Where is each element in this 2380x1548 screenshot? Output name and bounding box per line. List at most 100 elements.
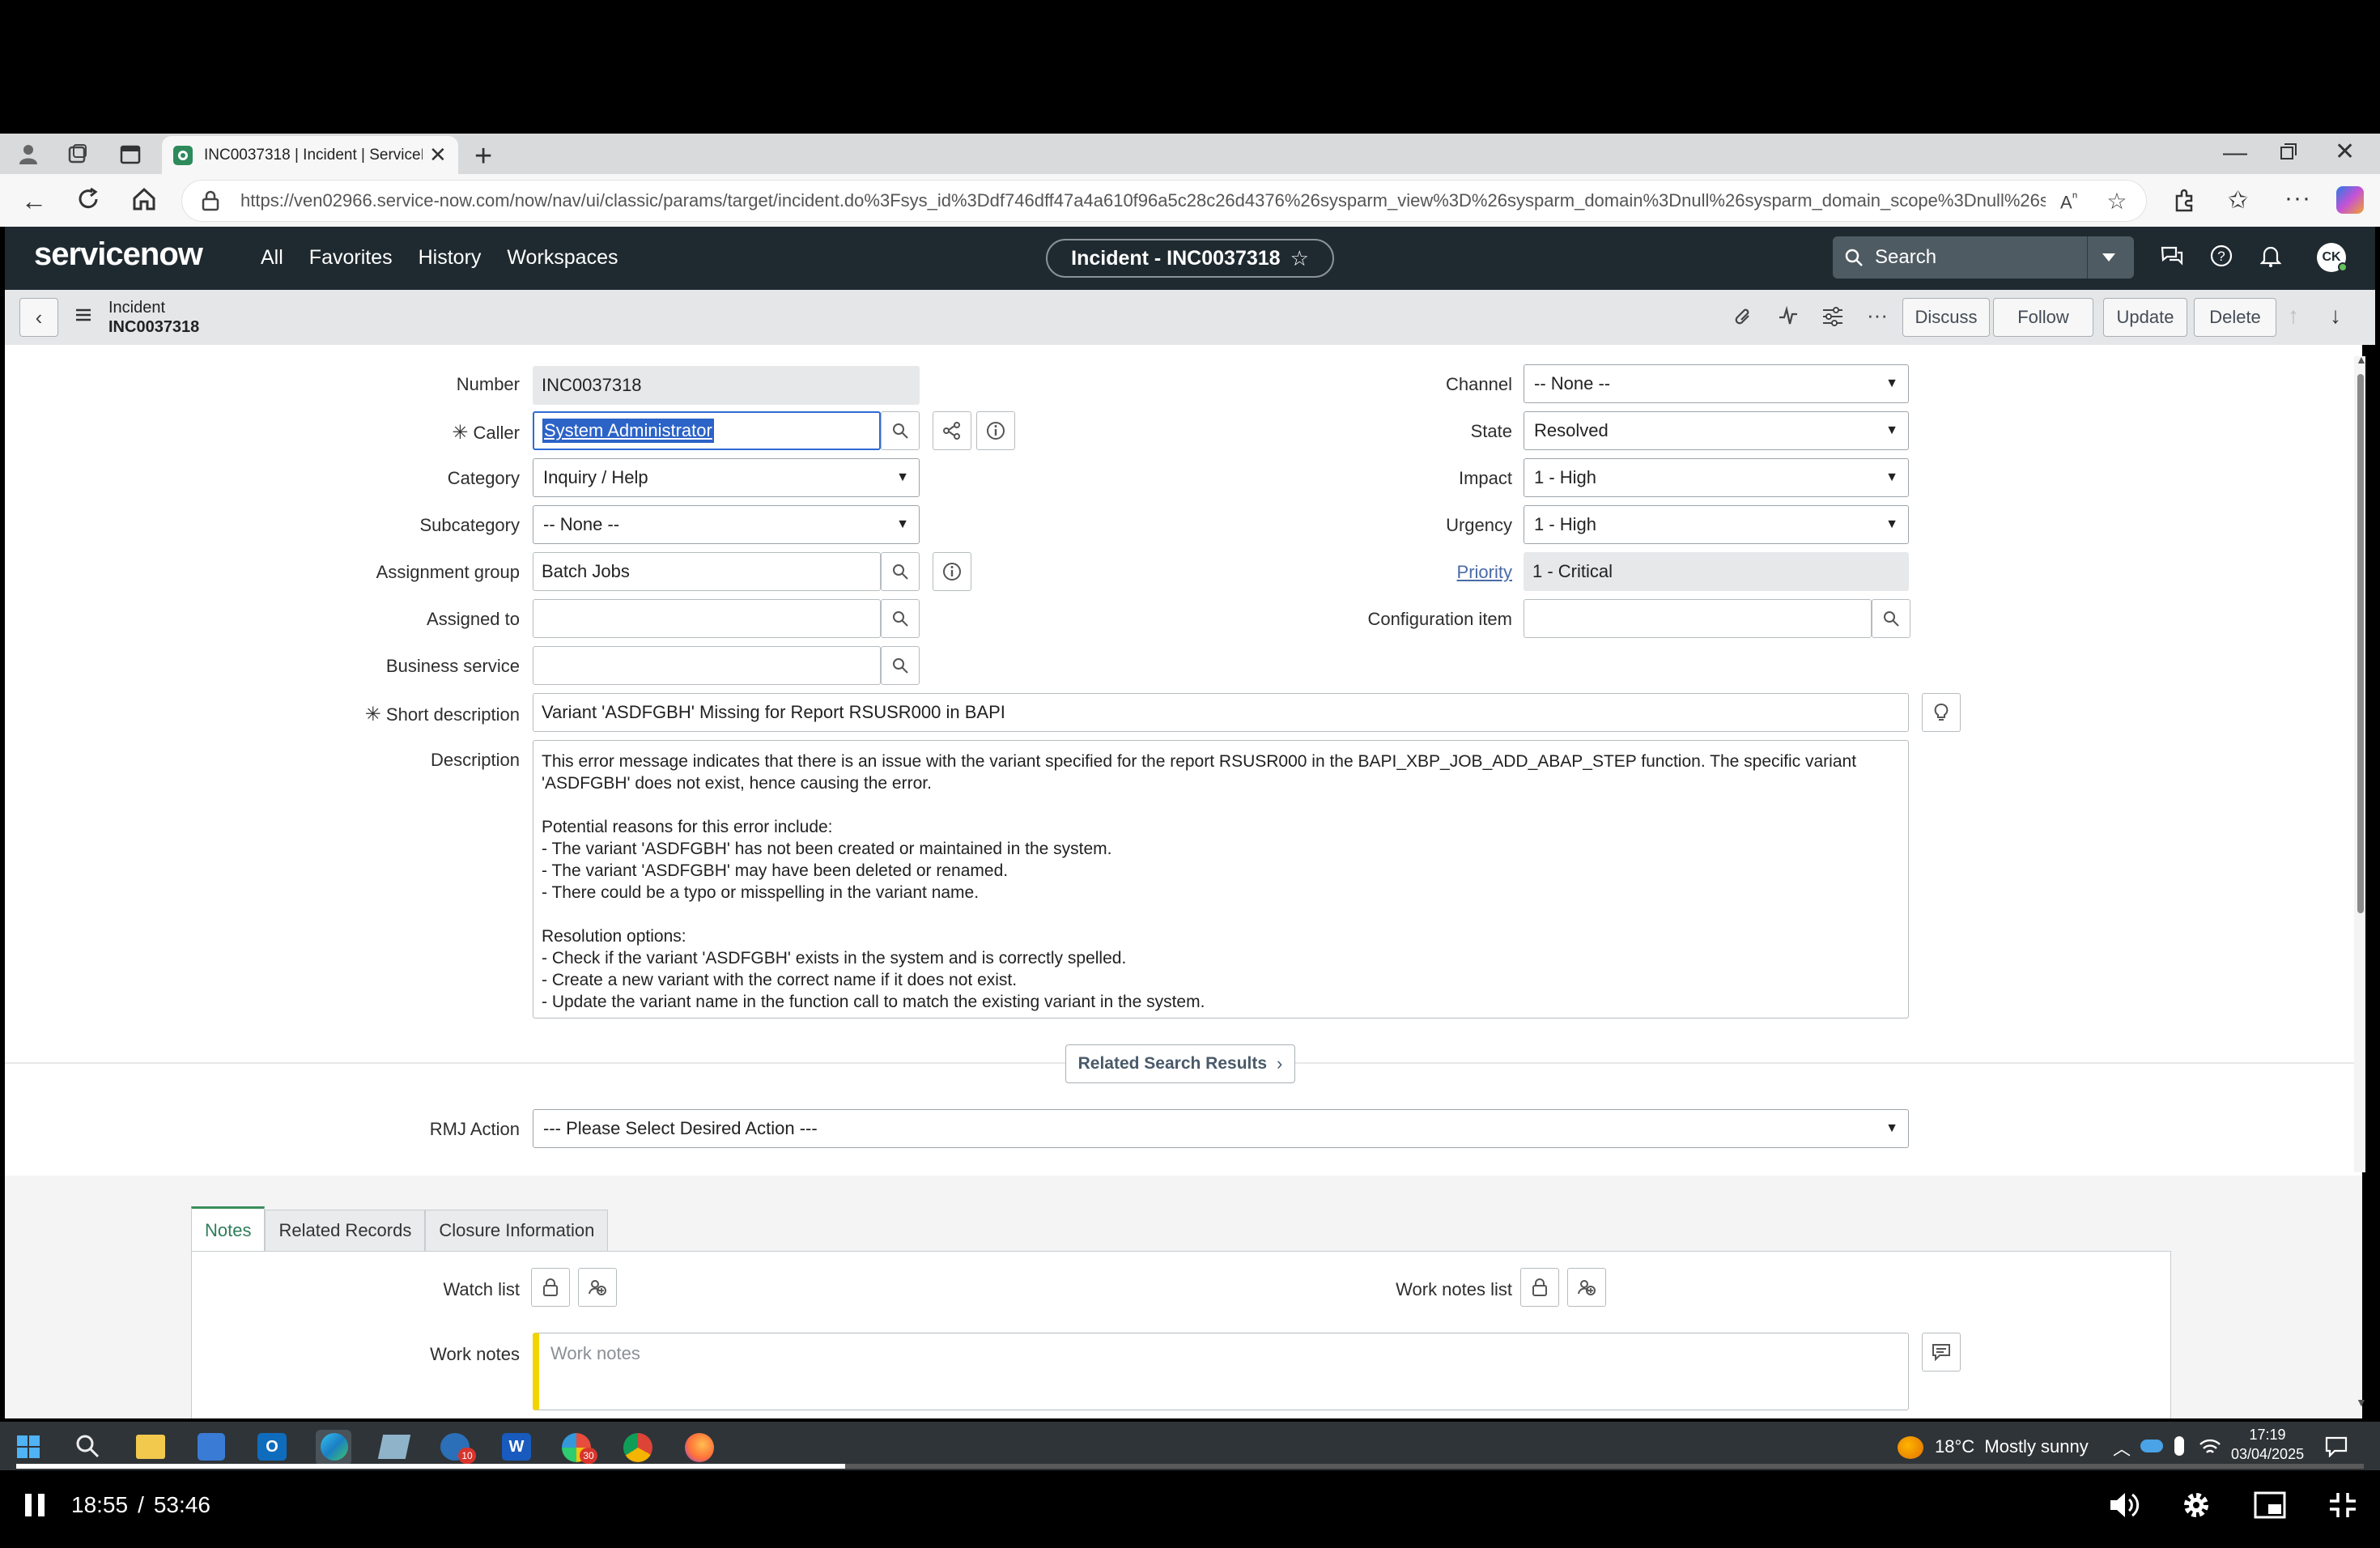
scroll-up-icon[interactable]: ▲ <box>2356 353 2367 366</box>
tab-actions-icon[interactable] <box>120 144 141 165</box>
address-bar[interactable]: https://ven02966.service-now.com/now/nav… <box>181 180 2147 222</box>
work-notes-textarea[interactable]: Work notes <box>533 1333 1909 1410</box>
watch-list-lock-button[interactable] <box>531 1268 570 1307</box>
caller-lookup-button[interactable] <box>881 411 920 450</box>
weather-text[interactable]: 18°C Mostly sunny <box>1935 1436 2089 1457</box>
notifications-bell-icon[interactable] <box>2260 245 2281 267</box>
form-context-menu-icon[interactable] <box>74 308 92 322</box>
caller-info-button[interactable] <box>976 411 1015 450</box>
extensions-icon[interactable] <box>2173 188 2197 212</box>
windows-start-icon[interactable] <box>16 1435 40 1459</box>
file-explorer-icon[interactable] <box>136 1435 165 1459</box>
more-options-icon[interactable]: ··· <box>1867 303 1888 328</box>
word-icon[interactable]: W <box>502 1433 531 1461</box>
record-title-pill[interactable]: Incident - INC0037318 ☆ <box>1046 239 1334 278</box>
caller-input[interactable]: System Administrator <box>533 411 881 450</box>
assignment-group-input[interactable]: Batch Jobs <box>533 552 881 591</box>
taskbar-search-icon[interactable] <box>74 1433 100 1459</box>
rmj-action-select[interactable]: --- Please Select Desired Action --- ▼ <box>533 1109 1909 1148</box>
global-search[interactable]: Search <box>1833 236 2134 279</box>
caller-tree-button[interactable] <box>933 411 971 450</box>
store-icon[interactable] <box>198 1433 225 1461</box>
assigned-to-input[interactable] <box>533 599 881 638</box>
clock[interactable]: 17:19 03/04/2025 <box>2231 1425 2304 1464</box>
channel-select[interactable]: -- None -- ▼ <box>1524 364 1909 403</box>
reload-icon[interactable] <box>76 187 100 211</box>
scroll-down-icon[interactable]: ▼ <box>2356 1396 2367 1409</box>
subcategory-select[interactable]: -- None -- ▼ <box>533 505 920 544</box>
tab-related-records[interactable]: Related Records <box>265 1210 426 1252</box>
settings-gear-icon[interactable] <box>2181 1490 2212 1520</box>
favorites-icon[interactable]: ✩ <box>2228 186 2248 215</box>
tab-notes[interactable]: Notes <box>191 1206 266 1252</box>
copilot-icon[interactable] <box>2336 186 2364 214</box>
short-description-input[interactable]: Variant 'ASDFGBH' Missing for Report RSU… <box>533 693 1909 732</box>
assignment-group-lookup-button[interactable] <box>881 552 920 591</box>
tab-close-icon[interactable]: ✕ <box>429 142 447 168</box>
discuss-button[interactable]: Discuss <box>1902 298 1990 337</box>
search-scope-chevron-icon[interactable] <box>2101 252 2117 263</box>
servicenow-logo[interactable]: servicenow <box>34 236 203 273</box>
attachment-icon[interactable] <box>1734 306 1753 329</box>
form-back-button[interactable]: ‹ <box>19 298 58 337</box>
work-notes-list-lock-button[interactable] <box>1520 1268 1559 1307</box>
minimize-icon[interactable]: — <box>2223 139 2247 167</box>
edge-browser-icon[interactable] <box>321 1433 348 1461</box>
previous-record-icon[interactable]: ↑ <box>2288 303 2299 329</box>
next-record-icon[interactable]: ↓ <box>2330 303 2341 329</box>
picture-in-picture-icon[interactable] <box>2254 1491 2286 1519</box>
notification-center-icon[interactable] <box>2325 1436 2348 1457</box>
new-tab-icon[interactable]: + <box>474 139 492 174</box>
onedrive-icon[interactable] <box>2140 1440 2163 1452</box>
related-search-results-button[interactable]: Related Search Results › <box>1065 1044 1295 1083</box>
volume-icon[interactable] <box>2108 1490 2140 1520</box>
business-service-lookup-button[interactable] <box>881 646 920 685</box>
home-icon[interactable] <box>131 186 157 212</box>
work-notes-list-add-me-button[interactable] <box>1567 1268 1606 1307</box>
tray-chevron-up-icon[interactable]: ︿ <box>2113 1435 2131 1461</box>
tab-closure-information[interactable]: Closure Information <box>425 1210 609 1252</box>
microphone-icon[interactable] <box>2174 1436 2184 1456</box>
assignment-group-info-button[interactable] <box>933 552 971 591</box>
firefox-icon[interactable] <box>685 1433 714 1462</box>
profile-icon[interactable] <box>18 143 39 164</box>
urgency-select[interactable]: 1 - High ▼ <box>1524 505 1909 544</box>
chat-icon[interactable] <box>2160 245 2184 267</box>
pause-icon[interactable] <box>21 1491 49 1519</box>
window-close-icon[interactable]: ✕ <box>2335 138 2355 166</box>
nav-history[interactable]: History <box>419 246 482 270</box>
outlook-icon[interactable]: O <box>257 1433 287 1461</box>
number-field[interactable]: INC0037318 <box>533 366 920 405</box>
assigned-to-lookup-button[interactable] <box>881 599 920 638</box>
state-select[interactable]: Resolved ▼ <box>1524 411 1909 450</box>
wifi-icon[interactable] <box>2199 1438 2221 1457</box>
restore-icon[interactable] <box>2280 142 2297 160</box>
description-textarea[interactable]: This error message indicates that there … <box>533 740 1909 1019</box>
chrome-icon[interactable] <box>623 1433 652 1462</box>
lock-icon[interactable] <box>202 190 219 211</box>
read-aloud-icon[interactable]: Aⁿ <box>2060 188 2077 213</box>
nav-all[interactable]: All <box>261 246 283 270</box>
follow-button[interactable]: Follow <box>1993 298 2093 337</box>
nav-workspaces[interactable]: Workspaces <box>507 246 618 270</box>
exit-fullscreen-icon[interactable] <box>2328 1491 2357 1519</box>
page-scrollbar-thumb[interactable] <box>2357 374 2364 913</box>
workspaces-icon[interactable] <box>66 144 87 165</box>
suggestion-button[interactable] <box>1922 693 1961 732</box>
activity-stream-icon[interactable] <box>1778 306 1799 327</box>
business-service-input[interactable] <box>533 646 881 685</box>
favorite-star-icon[interactable]: ☆ <box>2106 188 2127 215</box>
nav-favorites[interactable]: Favorites <box>309 246 393 270</box>
back-icon[interactable]: ← <box>21 186 47 216</box>
configuration-item-lookup-button[interactable] <box>1872 599 1910 638</box>
star-icon[interactable]: ☆ <box>1290 246 1309 271</box>
help-icon[interactable]: ? <box>2210 245 2233 267</box>
personalize-form-icon[interactable] <box>1821 306 1844 327</box>
journal-toggle-button[interactable] <box>1922 1333 1961 1372</box>
configuration-item-input[interactable] <box>1524 599 1872 638</box>
app-icon[interactable] <box>377 1435 411 1459</box>
browser-menu-icon[interactable]: ··· <box>2284 185 2311 212</box>
browser-tab-active[interactable]: INC0037318 | Incident | ServiceN ✕ <box>162 136 458 174</box>
impact-select[interactable]: 1 - High ▼ <box>1524 458 1909 497</box>
delete-button[interactable]: Delete <box>2194 298 2276 337</box>
